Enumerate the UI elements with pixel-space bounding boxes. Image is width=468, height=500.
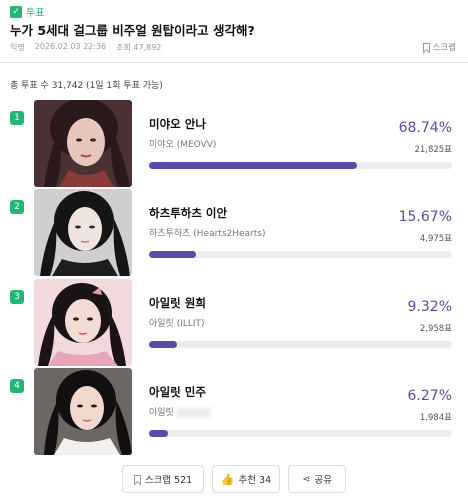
post-category: ✓ 투표 (10, 4, 44, 19)
thumbs-up-icon: 👍 (220, 472, 235, 486)
option-number: 3 (10, 290, 24, 304)
scrap-button[interactable]: 스크랩 521 (122, 465, 204, 493)
post-meta: 익명 2026.02.03 22:36 조회 47,892 (10, 42, 161, 53)
scrap-link-label: 스크랩 (432, 43, 456, 53)
option-photo (34, 100, 132, 187)
option-percent: 9.32% (407, 299, 452, 315)
scrap-button-label: 스크랩 521 (144, 475, 193, 486)
option-bar-fill (149, 162, 358, 169)
recommend-button[interactable]: 👍 추천 34 (212, 465, 280, 493)
recommend-button-label: 추천 34 (238, 475, 272, 486)
poll-option-1[interactable]: 1 미야오 안나 미야오 (MEOVV) 68.74% 21,825표 (6, 100, 458, 188)
option-number: 1 (10, 111, 24, 125)
option-percent: 15.67% (398, 209, 452, 225)
option-name: 아일릿 원희 (149, 296, 206, 310)
action-bar: 스크랩 521 👍 추천 34 ⋖ 공유 (0, 465, 468, 493)
option-votes: 1,984표 (419, 413, 452, 423)
option-number: 2 (10, 200, 24, 214)
option-number: 4 (10, 379, 24, 393)
option-bar-fill (149, 341, 178, 348)
poll-total: 총 투표 수 31,742 (1일 1회 투표 가능) (10, 81, 163, 91)
scrap-link[interactable]: 스크랩 (422, 41, 456, 53)
option-votes: 2,958표 (419, 324, 452, 334)
post-author: 익명 (10, 43, 25, 52)
option-group: 아일릿 (149, 408, 174, 418)
option-votes: 4,975표 (419, 234, 452, 244)
poll-option-3[interactable]: 3 아일릿 원희 아일릿 (ILLIT) 9.32% 2,958표 (6, 279, 458, 367)
share-icon: ⋖ (302, 473, 311, 485)
post-title: 누가 5세대 걸그룹 비주얼 원탑이라고 생각해? (10, 23, 255, 38)
option-name: 하츠투하츠 이안 (149, 206, 228, 220)
poll-option-2[interactable]: 2 하츠투하츠 이안 하츠투하츠 (Hearts2Hearts) 15.67% … (6, 189, 458, 277)
option-bar-fill (149, 430, 168, 437)
option-group: 미야오 (MEOVV) (149, 140, 217, 150)
share-button-label: 공유 (314, 475, 332, 486)
option-bar-track (149, 251, 452, 258)
post-views: 조회 47,892 (116, 43, 162, 52)
bookmark-icon (133, 474, 141, 484)
category-label: 투표 (26, 8, 45, 19)
option-percent: 68.74% (398, 120, 452, 136)
option-bar-track (149, 162, 452, 169)
poll-option-4[interactable]: 4 아일릿 민주 아일릿 6.27% 1,984표 (6, 368, 458, 456)
blurred-text (176, 408, 211, 417)
option-bar-fill (149, 251, 197, 258)
option-bar-track (149, 341, 452, 348)
option-bar-track (149, 430, 452, 437)
option-photo (34, 368, 132, 455)
poll-icon: ✓ (10, 5, 22, 18)
option-group: 하츠투하츠 (Hearts2Hearts) (149, 229, 266, 239)
option-group: 아일릿 (ILLIT) (149, 319, 205, 329)
bookmark-icon (422, 42, 430, 52)
option-photo (34, 279, 132, 366)
option-name: 미야오 안나 (149, 117, 206, 131)
post-date: 2026.02.03 22:36 (34, 42, 107, 51)
option-votes: 21,825표 (414, 145, 452, 155)
option-percent: 6.27% (407, 388, 452, 404)
divider (0, 62, 468, 63)
share-button[interactable]: ⋖ 공유 (288, 465, 346, 493)
option-group-wrap: 아일릿 (149, 405, 211, 418)
option-name: 아일릿 민주 (149, 385, 206, 399)
option-photo (34, 189, 132, 276)
